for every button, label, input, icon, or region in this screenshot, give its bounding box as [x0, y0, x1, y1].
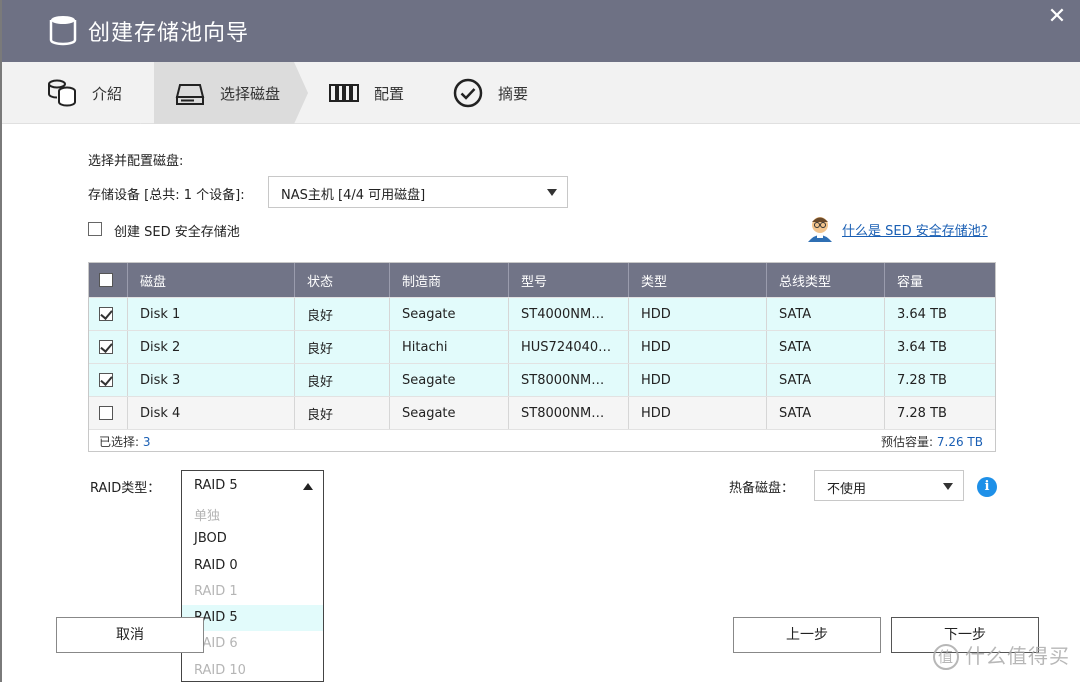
disk-type: HDD — [628, 397, 766, 429]
disk-vendor: Seagate — [389, 298, 508, 330]
watermark-text: 什么值得买 — [965, 643, 1070, 668]
step-label: 介紹 — [92, 84, 123, 103]
disk-capacity: 7.28 TB — [884, 397, 995, 429]
column-header[interactable]: 制造商 — [389, 263, 508, 297]
disk-bus: SATA — [766, 331, 884, 363]
window-title: 创建存储池向导 — [88, 21, 250, 46]
step-config: 配置 — [308, 62, 428, 124]
selected-count: 已选择: 3 — [99, 435, 151, 449]
column-header[interactable]: 类型 — [628, 263, 766, 297]
config-icon — [329, 84, 359, 102]
row-checkbox[interactable] — [99, 406, 113, 420]
row-checkbox[interactable] — [99, 340, 113, 354]
wizard-steps: 介紹 选择磁盘 配置 摘要 — [2, 62, 1080, 124]
step-label: 选择磁盘 — [220, 84, 281, 103]
disk-bus: SATA — [766, 364, 884, 396]
disk-status: 良好 — [294, 397, 389, 429]
hot-spare-label: 热备磁盘： — [729, 481, 795, 496]
chevron-down-icon — [943, 483, 953, 490]
sed-checkbox[interactable] — [88, 222, 102, 236]
disk-bus: SATA — [766, 298, 884, 330]
raid-type-dropdown: 单独 JBOD RAID 0 RAID 1 RAID 5 RAID 6 RAID… — [181, 500, 324, 682]
check-circle-icon — [453, 78, 483, 108]
disk-model: ST8000NM… — [508, 364, 628, 396]
info-icon[interactable]: i — [977, 477, 997, 497]
step-label: 配置 — [374, 84, 405, 103]
cancel-button[interactable]: 取消 — [56, 617, 204, 653]
disk-status: 良好 — [294, 364, 389, 396]
create-storage-pool-wizard: 创建存储池向导 ✕ 介紹 选择磁盘 配置 摘要 选择并配置磁盘: 存储设备 [总… — [2, 0, 1080, 682]
hot-spare-select[interactable]: 不使用 — [814, 470, 964, 501]
disk-type: HDD — [628, 331, 766, 363]
table-header: 磁盘 状态 制造商 型号 类型 总线类型 容量 — [89, 263, 995, 297]
column-header[interactable]: 状态 — [294, 263, 389, 297]
table-row[interactable]: Disk 4 良好 Seagate ST8000NM… HDD SATA 7.2… — [89, 396, 995, 429]
column-header[interactable]: 磁盘 — [127, 263, 294, 297]
table-row[interactable]: Disk 1 良好 Seagate ST4000NM… HDD SATA 3.6… — [89, 297, 995, 330]
storage-device-value: NAS主机 [4/4 可用磁盘] — [281, 188, 426, 203]
close-button[interactable]: ✕ — [1046, 6, 1068, 28]
disk-model: HUS724040… — [508, 331, 628, 363]
estimated-capacity: 预估容量: 7.26 TB — [881, 435, 983, 449]
column-header[interactable]: 总线类型 — [766, 263, 884, 297]
disk-name: Disk 3 — [127, 364, 294, 396]
drive-icon — [175, 84, 205, 105]
disk-status: 良好 — [294, 331, 389, 363]
chevron-down-icon — [547, 189, 557, 196]
raid-option: 单独 — [194, 509, 221, 524]
select-all-cell — [89, 263, 127, 297]
raid-option: RAID 1 — [194, 583, 238, 599]
row-checkbox[interactable] — [99, 307, 113, 321]
disk-name: Disk 2 — [127, 331, 294, 363]
step-select-disks: 选择磁盘 — [154, 62, 294, 124]
help-avatar-icon — [808, 217, 832, 242]
disk-vendor: Seagate — [389, 397, 508, 429]
column-header[interactable]: 型号 — [508, 263, 628, 297]
table-row[interactable]: Disk 3 良好 Seagate ST8000NM… HDD SATA 7.2… — [89, 363, 995, 396]
sed-help-link[interactable]: 什么是 SED 安全存储池? — [842, 220, 988, 239]
storage-device-label: 存储设备 [总共: 1 个设备]: — [88, 188, 245, 203]
watermark-badge: 值 — [933, 644, 959, 670]
column-header[interactable]: 容量 — [884, 263, 995, 297]
storage-device-select[interactable]: NAS主机 [4/4 可用磁盘] — [268, 176, 568, 208]
disk-vendor: Hitachi — [389, 331, 508, 363]
database-icon — [49, 16, 77, 46]
disk-vendor: Seagate — [389, 364, 508, 396]
raid-option[interactable]: RAID 0 — [182, 553, 323, 579]
estimated-capacity-value: 7.26 TB — [936, 435, 983, 449]
raid-type-value: RAID 5 — [194, 478, 238, 493]
previous-button[interactable]: 上一步 — [733, 617, 881, 653]
disk-model: ST4000NM… — [508, 298, 628, 330]
table-row[interactable]: Disk 2 良好 Hitachi HUS724040… HDD SATA 3.… — [89, 330, 995, 363]
step-label: 摘要 — [498, 84, 529, 103]
chevron-up-icon — [303, 483, 313, 490]
database-icon — [48, 79, 76, 107]
raid-type-select[interactable]: RAID 5 — [181, 470, 324, 501]
disk-table: 磁盘 状态 制造商 型号 类型 总线类型 容量 Disk 1 良好 Seagat… — [88, 262, 996, 452]
disk-name: Disk 1 — [127, 298, 294, 330]
step-summary: 摘要 — [432, 62, 572, 124]
row-checkbox[interactable] — [99, 373, 113, 387]
disk-model: ST8000NM… — [508, 397, 628, 429]
disk-capacity: 7.28 TB — [884, 364, 995, 396]
hot-spare-value: 不使用 — [827, 482, 867, 497]
raid-type-label: RAID类型： — [90, 481, 161, 496]
disk-status: 良好 — [294, 298, 389, 330]
step-intro: 介紹 — [2, 62, 140, 124]
raid-option[interactable]: JBOD — [182, 526, 323, 552]
sed-label: 创建 SED 安全存储池 — [114, 225, 240, 240]
disk-type: HDD — [628, 298, 766, 330]
watermark: 值什么值得买 — [933, 640, 1070, 670]
disk-capacity: 3.64 TB — [884, 331, 995, 363]
section-title: 选择并配置磁盘: — [88, 154, 184, 169]
disk-type: HDD — [628, 364, 766, 396]
disk-name: Disk 4 — [127, 397, 294, 429]
title-bar: 创建存储池向导 ✕ — [2, 0, 1080, 62]
table-footer: 已选择: 3 预估容量: 7.26 TB — [89, 429, 995, 451]
disk-capacity: 3.64 TB — [884, 298, 995, 330]
disk-bus: SATA — [766, 397, 884, 429]
select-all-checkbox[interactable] — [99, 273, 113, 287]
selected-count-value: 3 — [142, 435, 151, 449]
raid-option: RAID 10 — [194, 662, 246, 678]
